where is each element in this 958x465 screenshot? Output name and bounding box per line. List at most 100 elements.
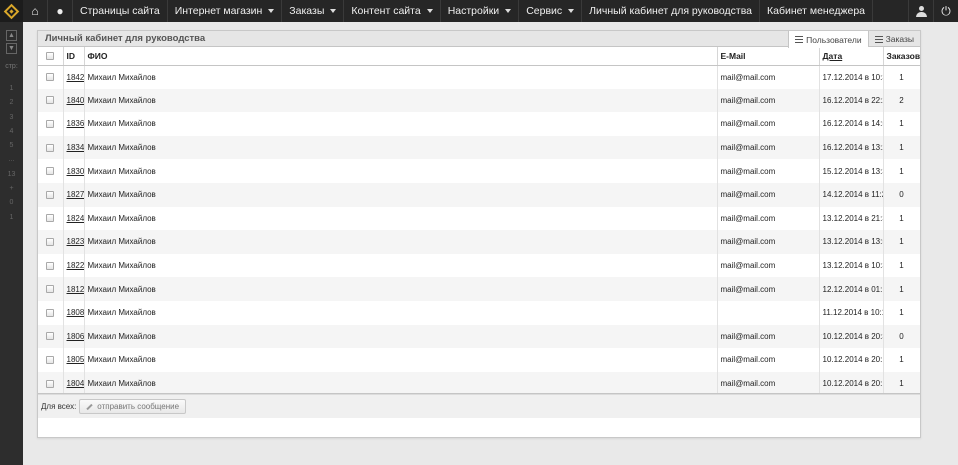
cell-email: mail@mail.com — [717, 277, 820, 301]
menu-item-label: Интернет магазин — [174, 5, 263, 17]
table-row[interactable]: 1834 Михаил Михайлов mail@mail.com 16.12.20… — [38, 135, 920, 160]
select-all-checkbox[interactable] — [46, 51, 55, 60]
users-table-container[interactable]: ID ФИО E-Mail Дата Заказов 1842 Михаил Ми… — [38, 47, 920, 394]
cell-id: 1806 — [63, 324, 85, 349]
row-checkbox[interactable] — [46, 355, 55, 364]
user-id-link[interactable]: 1805 — [67, 355, 84, 364]
sidebar-page-numbers: 1 2 3 4 5... 13 +0 1 — [0, 82, 23, 225]
sidebar-page-number[interactable]: ... — [0, 153, 23, 167]
menu-item[interactable]: Заказы — [282, 0, 345, 22]
home-icon[interactable]: ⌂ — [23, 0, 48, 22]
cell-date: 14.12.2014 в 11:28 — [819, 182, 884, 207]
column-header-email[interactable]: E-Mail — [717, 47, 820, 66]
user-id-link[interactable]: 1840 — [67, 96, 84, 105]
sidebar-page-number[interactable]: + — [0, 182, 23, 196]
send-message-button[interactable]: отправить сообщение — [79, 399, 187, 414]
cell-orders: 1 — [883, 300, 920, 325]
row-checkbox[interactable] — [46, 214, 55, 223]
user-id-link[interactable]: 1804 — [67, 379, 84, 388]
table-row[interactable]: 1804 Михаил Михайлов mail@mail.com 10.12.20… — [38, 371, 920, 393]
cell-email: mail@mail.com — [717, 159, 820, 183]
menu-item[interactable]: Сервис — [519, 0, 583, 22]
menu-item-label: Сервис — [526, 5, 563, 17]
row-checkbox[interactable] — [46, 190, 55, 199]
row-checkbox[interactable] — [46, 143, 55, 152]
row-checkbox[interactable] — [46, 379, 55, 388]
user-id-link[interactable]: 1830 — [67, 167, 84, 176]
menu-item[interactable]: Настройки — [441, 0, 520, 22]
sidebar-page-number[interactable]: 2 — [0, 96, 23, 110]
user-id-link[interactable]: 1836 — [67, 119, 84, 128]
user-id-link[interactable]: 1824 — [67, 214, 84, 223]
cell-date: 11.12.2014 в 10:15 — [819, 300, 884, 325]
menu-item[interactable]: Интернет магазин — [168, 0, 283, 22]
cell-date: 13.12.2014 в 10:33 — [819, 253, 884, 278]
table-row[interactable]: 1842 Михаил Михайлов mail@mail.com 17.12.20… — [38, 65, 920, 89]
panel-footer: Для всех: отправить сообщение — [38, 394, 920, 418]
sidebar-collapse-button[interactable]: ▼ — [6, 43, 17, 54]
cell-email — [717, 300, 820, 325]
table-row[interactable]: 1823 Михаил Михайлов mail@mail.com 13.12.20… — [38, 230, 920, 254]
menu-item[interactable]: Личный кабинет для руководства — [582, 0, 761, 22]
globe-icon[interactable]: ● — [48, 0, 73, 22]
user-id-link[interactable]: 1827 — [67, 190, 84, 199]
table-row[interactable]: 1806 Михаил Михайлов mail@mail.com 10.12.20… — [38, 324, 920, 349]
row-checkbox[interactable] — [46, 167, 55, 176]
sidebar-page-number[interactable]: 4 — [0, 125, 23, 139]
row-select-cell — [38, 159, 64, 183]
user-id-link[interactable]: 1842 — [67, 73, 84, 82]
row-checkbox[interactable] — [46, 332, 55, 341]
row-select-cell — [38, 300, 64, 325]
row-checkbox[interactable] — [46, 237, 55, 246]
chevron-down-icon — [268, 9, 275, 13]
sidebar-page-number[interactable]: 0 — [0, 196, 23, 210]
sidebar-page-number[interactable]: 3 — [0, 111, 23, 125]
tab-orders[interactable]: Заказы — [867, 31, 920, 47]
table-row[interactable]: 1812 Михаил Михайлов mail@mail.com 12.12.20… — [38, 277, 920, 301]
row-checkbox[interactable] — [46, 285, 55, 294]
table-row[interactable]: 1830 Михаил Михайлов mail@mail.com 15.12.20… — [38, 159, 920, 183]
table-row[interactable]: 1805 Михаил Михайлов mail@mail.com 10.12.20… — [38, 348, 920, 372]
cell-name: Михаил Михайлов — [84, 65, 718, 89]
tab-users[interactable]: Пользователи — [788, 31, 868, 48]
table-row[interactable]: 1824 Михаил Михайлов mail@mail.com 13.12.20… — [38, 206, 920, 231]
user-id-link[interactable]: 1834 — [67, 143, 84, 152]
chevron-down-icon — [568, 9, 575, 13]
menu-item[interactable]: Контент сайта — [344, 0, 441, 22]
sidebar-page-number[interactable]: 1 — [0, 211, 23, 225]
column-header-id[interactable]: ID — [63, 47, 85, 66]
sidebar-page-number[interactable]: 1 — [0, 82, 23, 96]
table-row[interactable]: 1836 Михаил Михайлов mail@mail.com 16.12.20… — [38, 112, 920, 136]
column-header-date[interactable]: Дата — [819, 47, 884, 66]
logo-icon[interactable] — [0, 0, 23, 22]
user-id-link[interactable]: 1822 — [67, 261, 84, 270]
row-checkbox[interactable] — [46, 261, 55, 270]
table-row[interactable]: 1822 Михаил Михайлов mail@mail.com 13.12.20… — [38, 253, 920, 278]
column-header-orders[interactable]: Заказов — [883, 47, 920, 66]
user-id-link[interactable]: 1808 — [67, 308, 84, 317]
table-row[interactable]: 1808Михаил Михайлов 11.12.2014 в 10:151 — [38, 300, 920, 325]
row-checkbox[interactable] — [46, 73, 55, 82]
cell-orders: 1 — [883, 253, 920, 278]
table-row[interactable]: 1827 Михаил Михайлов mail@mail.com 14.12.20… — [38, 182, 920, 207]
user-id-link[interactable]: 1823 — [67, 237, 84, 246]
menu-item-label: Настройки — [447, 5, 500, 17]
power-icon[interactable]: ⏻ — [933, 0, 958, 22]
cell-email: mail@mail.com — [717, 253, 820, 278]
menu-item[interactable]: Страницы сайта — [73, 0, 168, 22]
table-row[interactable]: 1840 Михаил Михайлов mail@mail.com 16.12.20… — [38, 88, 920, 113]
cell-name: Михаил Михайлов — [84, 253, 718, 278]
row-checkbox[interactable] — [46, 119, 55, 128]
cell-orders: 2 — [883, 88, 920, 113]
user-id-link[interactable]: 1806 — [67, 332, 84, 341]
sidebar-page-number[interactable]: 13 — [0, 168, 23, 182]
menu-item[interactable]: Кабинет менеджера — [760, 0, 874, 22]
sidebar-page-number[interactable]: 5 — [0, 139, 23, 153]
row-checkbox[interactable] — [46, 308, 55, 317]
user-icon[interactable] — [908, 0, 933, 22]
cell-id: 1805 — [63, 348, 85, 372]
row-checkbox[interactable] — [46, 96, 55, 105]
user-id-link[interactable]: 1812 — [67, 285, 84, 294]
column-header-name[interactable]: ФИО — [84, 47, 718, 66]
sidebar-expand-button[interactable]: ▲ — [6, 30, 17, 41]
